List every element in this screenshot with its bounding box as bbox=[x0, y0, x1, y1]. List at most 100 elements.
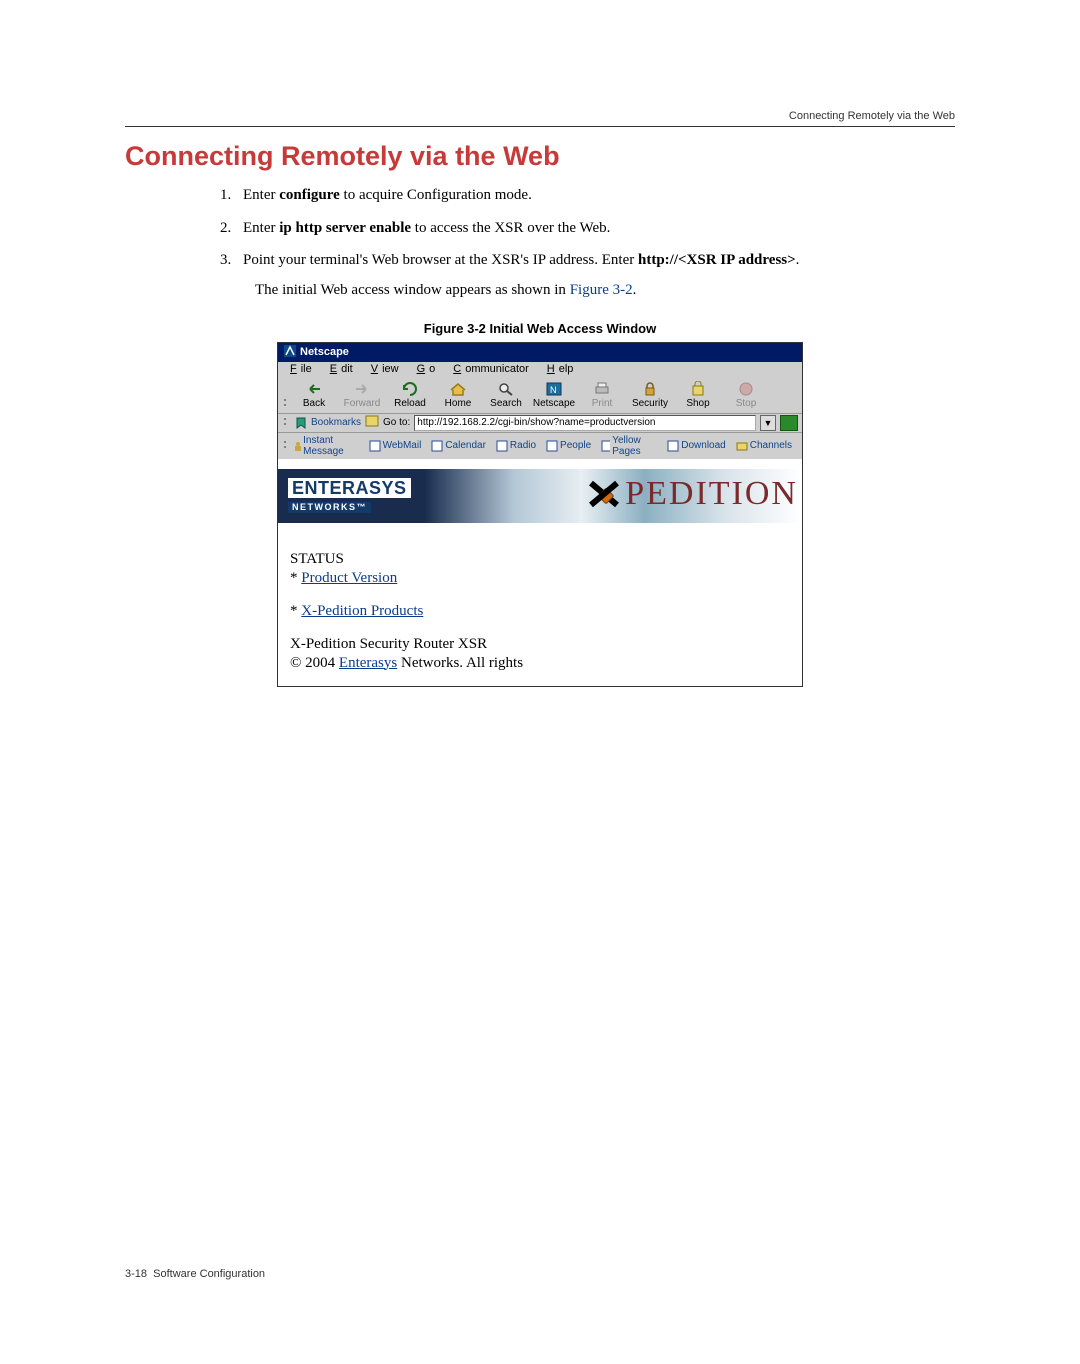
print-button[interactable]: Print bbox=[578, 378, 626, 411]
page-icon bbox=[601, 440, 610, 452]
home-button[interactable]: Home bbox=[434, 378, 482, 411]
radio-link[interactable]: Radio bbox=[496, 440, 536, 452]
menu-view[interactable]: View bbox=[363, 363, 403, 375]
menu-edit[interactable]: Edit bbox=[322, 363, 357, 375]
followup-paragraph: The initial Web access window appears as… bbox=[255, 282, 955, 299]
page-icon bbox=[369, 440, 381, 452]
enterasys-logo-bottom: NETWORKS™ bbox=[288, 502, 371, 513]
home-icon bbox=[447, 380, 469, 398]
shop-button[interactable]: Shop bbox=[674, 378, 722, 411]
goto-label: Go to: bbox=[383, 417, 410, 428]
stop-icon bbox=[735, 380, 757, 398]
people-link[interactable]: People bbox=[546, 440, 591, 452]
forward-button: Forward bbox=[338, 378, 386, 411]
section-title: Connecting Remotely via the Web bbox=[125, 141, 955, 172]
toolbar: Back Forward Reload Home Search N Netsca… bbox=[278, 376, 802, 413]
location-icon[interactable] bbox=[365, 415, 379, 430]
lock-icon bbox=[639, 380, 661, 398]
procedure-steps: Enter configure to acquire Configuration… bbox=[235, 184, 955, 272]
channels-link[interactable]: Channels bbox=[736, 440, 792, 452]
copyright-line: © 2004 Enterasys Networks. All rights bbox=[290, 655, 790, 672]
print-label: Print bbox=[592, 398, 613, 409]
status-heading: STATUS bbox=[290, 551, 790, 568]
page-icon bbox=[431, 440, 443, 452]
personal-toolbar: Instant Message WebMail Calendar Radio P… bbox=[278, 432, 802, 459]
step-3-text-c: . bbox=[796, 252, 800, 268]
bookmarks-label: Bookmarks bbox=[311, 417, 361, 428]
folder-icon bbox=[736, 440, 748, 452]
page-icon bbox=[546, 440, 558, 452]
page-number: 3-18 bbox=[125, 1268, 147, 1280]
stop-button: Stop bbox=[722, 378, 770, 411]
search-button[interactable]: Search bbox=[482, 378, 530, 411]
url-dropdown-icon[interactable]: ▼ bbox=[760, 415, 776, 431]
address-row: Bookmarks Go to: ▼ bbox=[278, 413, 802, 432]
chapter-name: Software Configuration bbox=[153, 1268, 265, 1280]
product-version-link[interactable]: Product Version bbox=[301, 570, 397, 586]
xpedition-products-row: * X-Pedition Products bbox=[290, 603, 790, 620]
reload-icon bbox=[399, 380, 421, 398]
home-label: Home bbox=[445, 398, 472, 409]
step-2-bold: ip http server enable bbox=[279, 220, 411, 236]
forward-label: Forward bbox=[344, 398, 381, 409]
shop-label: Shop bbox=[686, 398, 709, 409]
step-1-text-a: Enter bbox=[243, 187, 279, 203]
instant-message-link[interactable]: Instant Message bbox=[292, 435, 359, 457]
step-3-bold: http://<XSR IP address> bbox=[638, 252, 796, 268]
page-icon bbox=[667, 440, 679, 452]
window-titlebar[interactable]: Netscape bbox=[278, 343, 802, 362]
step-3-text-a: Point your terminal's Web browser at the… bbox=[243, 252, 638, 268]
copyright-a: © 2004 bbox=[290, 655, 339, 671]
page-body: STATUS * Product Version * X-Pedition Pr… bbox=[278, 523, 802, 678]
search-icon bbox=[495, 380, 517, 398]
netscape-logo-icon: N bbox=[543, 380, 565, 398]
toolbar-grip-icon[interactable] bbox=[282, 397, 290, 411]
screenshot-figure: Netscape FFileile Edit View Go Communica… bbox=[277, 342, 803, 687]
product-version-row: * Product Version bbox=[290, 570, 790, 587]
menu-file[interactable]: FFileile bbox=[282, 363, 316, 375]
person-icon bbox=[292, 440, 301, 452]
enterasys-link[interactable]: Enterasys bbox=[339, 655, 397, 671]
enterasys-logo-top: ENTERASYS bbox=[288, 478, 411, 498]
address-input[interactable] bbox=[414, 415, 756, 431]
download-link[interactable]: Download bbox=[667, 440, 725, 452]
enterasys-logo: ENTERASYS NETWORKS™ bbox=[278, 478, 411, 514]
router-name: X-Pedition Security Router XSR bbox=[290, 636, 790, 653]
figure-caption: Figure 3-2 Initial Web Access Window bbox=[125, 321, 955, 336]
x-mark-icon bbox=[587, 477, 621, 511]
step-1: Enter configure to acquire Configuration… bbox=[235, 184, 955, 207]
figure-ref-link[interactable]: Figure 3-2 bbox=[570, 282, 633, 298]
window-title: Netscape bbox=[300, 346, 349, 358]
security-button[interactable]: Security bbox=[626, 378, 674, 411]
menu-go[interactable]: Go bbox=[409, 363, 440, 375]
webmail-link[interactable]: WebMail bbox=[369, 440, 422, 452]
bookmark-icon bbox=[294, 417, 308, 429]
page-icon bbox=[496, 440, 508, 452]
calendar-link[interactable]: Calendar bbox=[431, 440, 486, 452]
whats-related-button[interactable] bbox=[780, 415, 798, 431]
bookmarks-button[interactable]: Bookmarks bbox=[294, 417, 361, 429]
back-button[interactable]: Back bbox=[290, 378, 338, 411]
links-grip-icon[interactable] bbox=[282, 439, 288, 453]
page-footer: 3-18 Software Configuration bbox=[125, 1268, 265, 1280]
xpedition-products-link[interactable]: X-Pedition Products bbox=[301, 603, 423, 619]
menu-communicator[interactable]: Communicator bbox=[445, 363, 533, 375]
yellow-pages-link[interactable]: Yellow Pages bbox=[601, 435, 657, 457]
netscape-button[interactable]: N Netscape bbox=[530, 378, 578, 411]
copyright-b: Networks. All rights bbox=[397, 655, 523, 671]
search-label: Search bbox=[490, 398, 522, 409]
menu-help[interactable]: Help bbox=[539, 363, 578, 375]
netscape-icon bbox=[284, 345, 296, 360]
shop-icon bbox=[687, 380, 709, 398]
netscape-label: Netscape bbox=[533, 398, 575, 409]
back-label: Back bbox=[303, 398, 325, 409]
menubar: FFileile Edit View Go Communicator Help bbox=[278, 362, 802, 376]
step-1-text-c: to acquire Configuration mode. bbox=[340, 187, 532, 203]
print-icon bbox=[591, 380, 613, 398]
step-2-text-c: to access the XSR over the Web. bbox=[411, 220, 610, 236]
addr-grip-icon[interactable] bbox=[282, 416, 290, 430]
xpedition-logo: PEDITION bbox=[587, 475, 798, 513]
reload-button[interactable]: Reload bbox=[386, 378, 434, 411]
followup-text-a: The initial Web access window appears as… bbox=[255, 282, 570, 298]
xpedition-text: PEDITION bbox=[625, 475, 798, 513]
